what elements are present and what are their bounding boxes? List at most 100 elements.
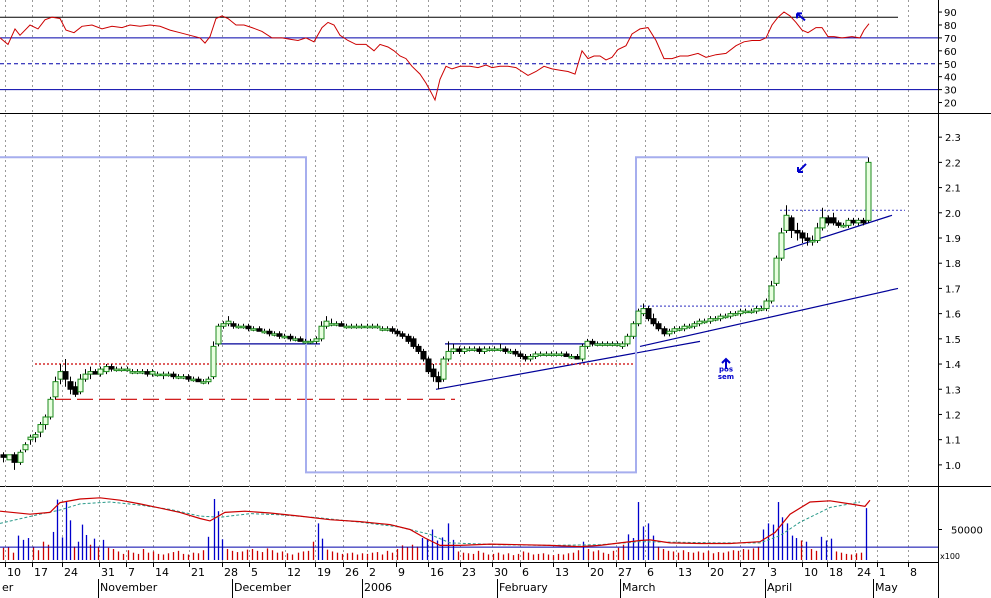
- candle-body-15: [77, 378, 84, 393]
- stock-chart-screen: 90 80 70 60 50 40 30 20 2.3 2.2 2.1 2.0 1.9 1.8 1.7 1.…: [0, 0, 991, 598]
- candle-body-148: [758, 308, 765, 311]
- osc-tick-label-70: 70: [944, 34, 957, 45]
- candle-body-124: [635, 310, 642, 325]
- candle-body-23: [118, 368, 125, 372]
- candle-body-123: [630, 323, 637, 337]
- candle-body-25: [129, 371, 136, 374]
- candle-body-143: [732, 313, 739, 316]
- price-tick-label-10: 1.3: [945, 385, 961, 396]
- candle-body-7: [37, 424, 44, 433]
- candle-body-119: [609, 343, 616, 346]
- price-tick-label-0: 2.3: [945, 133, 961, 144]
- candle-body-35: [180, 376, 187, 379]
- candle-body-126: [645, 308, 652, 320]
- date-label-1: 17: [34, 566, 48, 579]
- price-tick-label-6: 1.7: [945, 284, 961, 295]
- candle-body-109: [558, 353, 565, 356]
- candle-body-132: [676, 328, 683, 331]
- candle-body-13: [67, 381, 74, 390]
- candle-body-152: [778, 232, 785, 259]
- price-tick-label-7: 1.6: [945, 310, 961, 321]
- volume-tick-label-50000: 50000: [951, 525, 983, 536]
- price-tick-label-8: 1.5: [945, 335, 961, 346]
- month-label-6: April: [767, 581, 792, 594]
- date-label-28: 24: [857, 566, 871, 579]
- candle-body-9: [47, 398, 54, 418]
- candle-body-14: [72, 386, 79, 395]
- candle-body-77: [394, 330, 401, 335]
- candle-body-47: [240, 325, 247, 329]
- candle-body-96: [491, 348, 498, 351]
- candle-body-5: [27, 436, 34, 441]
- candle-body-114: [584, 340, 591, 347]
- stock-chart-svg: 90 80 70 60 50 40 30 20 2.3 2.2 2.1 2.0 1.9 1.8 1.7 1.…: [0, 0, 991, 598]
- candle-body-4: [22, 444, 29, 451]
- candle-body-108: [553, 353, 560, 356]
- candle-body-36: [185, 376, 192, 380]
- candle-body-34: [175, 376, 182, 379]
- candle-body-30: [154, 373, 161, 377]
- date-label-7: 28: [224, 566, 238, 579]
- candle-body-95: [486, 348, 493, 351]
- osc-tick-label-60: 60: [944, 47, 957, 58]
- candle-body-43: [220, 323, 227, 327]
- date-label-13: 9: [398, 566, 405, 579]
- date-label-30: 8: [910, 566, 917, 579]
- candle-body-22: [113, 368, 120, 372]
- candle-body-160: [819, 217, 826, 229]
- candle-body-113: [579, 345, 586, 360]
- candle-body-41: [210, 345, 217, 378]
- candle-body-150: [768, 285, 775, 302]
- candle-body-156: [799, 232, 806, 239]
- candle-body-141: [722, 315, 729, 319]
- osc-tick-label-40: 40: [944, 73, 957, 84]
- candle-body-10: [52, 381, 59, 398]
- candle-body-19: [97, 368, 104, 375]
- candle-body-76: [389, 328, 396, 332]
- candle-body-27: [139, 371, 146, 374]
- candle-body-56: [287, 335, 294, 340]
- candle-body-1: [6, 454, 13, 461]
- candle-body-85: [435, 376, 442, 383]
- candle-body-12: [62, 371, 69, 380]
- candle-body-39: [200, 381, 207, 384]
- candle-body-62: [318, 325, 325, 340]
- candle-body-18: [92, 371, 99, 375]
- candle-body-24: [124, 368, 131, 372]
- candle-body-161: [825, 217, 832, 224]
- month-label-4: February: [499, 581, 548, 594]
- candle-body-84: [430, 368, 437, 378]
- candle-body-33: [170, 373, 177, 378]
- candle-body-78: [399, 333, 406, 337]
- candle-body-89: [456, 348, 463, 352]
- candle-body-158: [809, 240, 816, 243]
- candle-body-162: [830, 217, 837, 224]
- date-label-25: 3: [770, 566, 777, 579]
- candle-body-57: [292, 338, 299, 341]
- candle-body-166: [850, 219, 857, 224]
- candle-body-54: [276, 333, 283, 337]
- candle-body-42: [215, 325, 222, 345]
- date-label-20: 27: [618, 566, 632, 579]
- candle-body-115: [589, 340, 596, 345]
- price-tick-label-4: 1.9: [945, 234, 961, 245]
- candle-body-149: [763, 300, 770, 310]
- candle-body-159: [814, 227, 821, 242]
- month-label-7: May: [875, 581, 898, 594]
- candle-body-58: [297, 338, 304, 342]
- candle-body-51: [261, 330, 268, 334]
- date-label-10: 19: [317, 566, 331, 579]
- candle-body-49: [250, 328, 257, 331]
- date-label-22: 13: [678, 566, 692, 579]
- candle-body-38: [195, 378, 202, 383]
- candle-body-144: [737, 310, 744, 315]
- candle-body-26: [134, 371, 141, 374]
- candle-body-61: [313, 338, 320, 342]
- candle-body-44: [225, 320, 232, 325]
- candle-body-75: [384, 328, 391, 331]
- candle-body-37: [190, 378, 197, 382]
- candle-body-91: [466, 348, 473, 351]
- candle-body-48: [245, 325, 252, 330]
- candle-body-66: [338, 323, 345, 327]
- price-tick-label-9: 1.4: [945, 360, 961, 371]
